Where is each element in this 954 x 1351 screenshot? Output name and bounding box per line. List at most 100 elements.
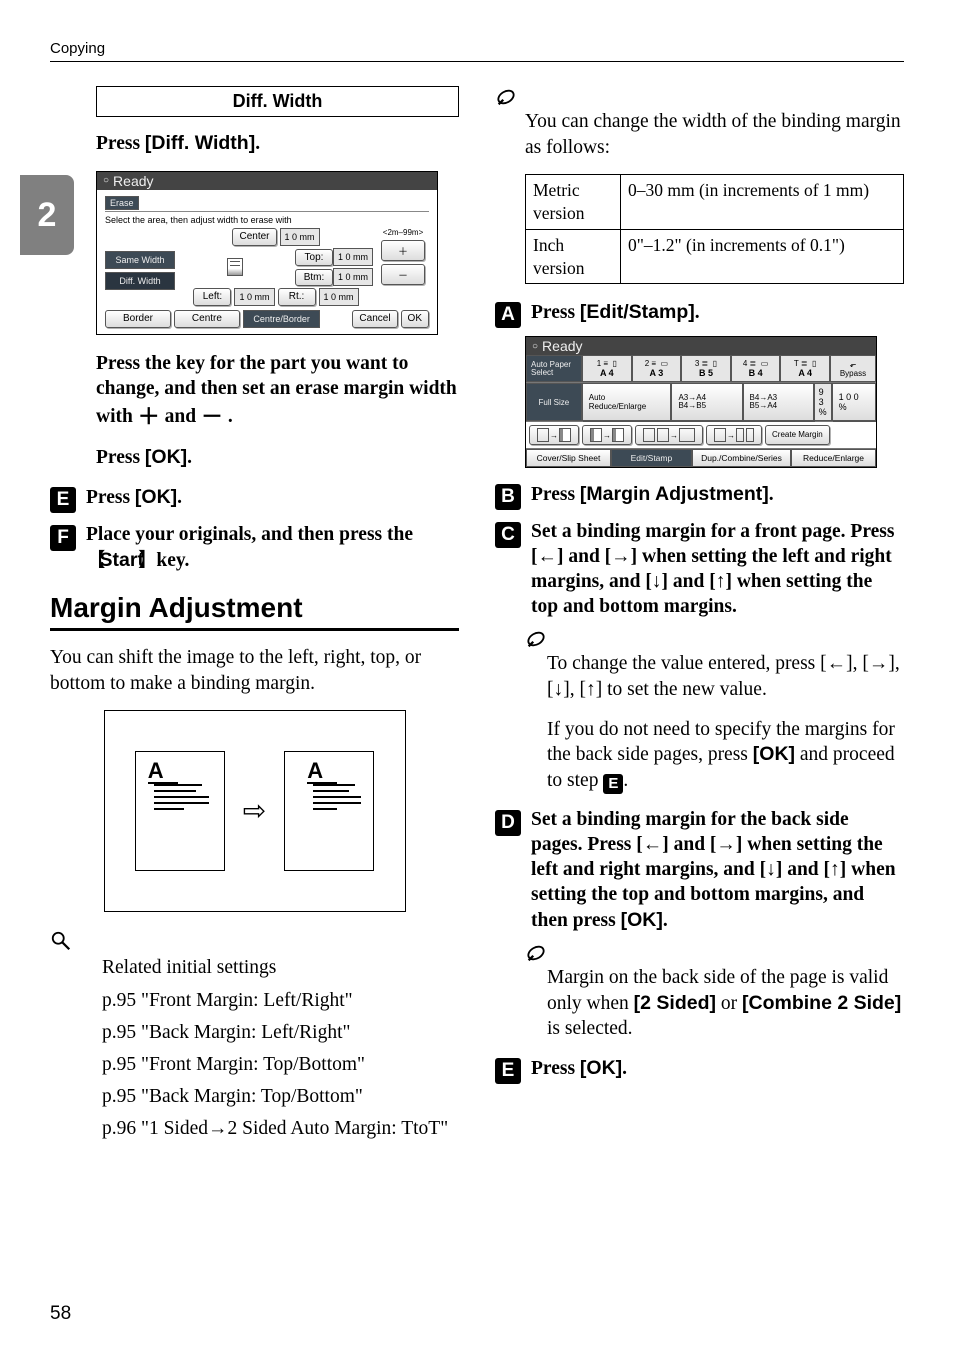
step-2: B Press [Margin Adjustment].	[495, 482, 904, 510]
ok-label: [OK]	[580, 1057, 622, 1079]
press-diff-width: Press [Diff. Width].	[96, 131, 459, 157]
step-1: A Press [Edit/Stamp].	[495, 300, 904, 328]
step-4: D Set a binding margin for the back side…	[495, 808, 904, 934]
margin-adjustment-heading: Margin Adjustment	[50, 592, 459, 631]
page-icon	[590, 428, 602, 442]
header-rule	[50, 61, 904, 62]
step-1-icon: A	[495, 302, 521, 328]
full-size-button: Full Size	[526, 383, 582, 421]
ok-label: [OK]	[753, 743, 795, 765]
top-button: Top:	[295, 249, 333, 266]
step-6-icon: F	[50, 525, 76, 551]
note-1: You can change the width of the binding …	[495, 109, 904, 160]
ok-button: OK	[401, 310, 429, 328]
margin-figure: A ⇨ A	[104, 710, 406, 912]
two-sided-label: [2 Sided]	[634, 992, 716, 1014]
left-column: Diff. Width Press [Diff. Width]. Ready E…	[50, 86, 459, 1147]
reduce-enlarge-button: Reduce/Enlarge	[791, 449, 876, 467]
diff-width-heading: Diff. Width	[96, 86, 459, 117]
ok-label: [OK]	[621, 909, 663, 931]
right-value: 1 0 mm	[319, 288, 359, 306]
minus-icon: －	[381, 264, 425, 285]
create-margin-button: Create Margin	[765, 425, 830, 445]
chapter-number: 2	[38, 196, 57, 235]
step-5: E Press [OK].	[50, 485, 459, 513]
cover-slip-button: Cover/Slip Sheet	[526, 449, 611, 467]
note-2a: To change the value entered, press [←], …	[547, 651, 904, 702]
margin-adjustment-label: [Margin Adjustment]	[580, 483, 769, 505]
table-cell: 0–30 mm (in increments of 1 mm)	[621, 175, 904, 230]
ref-item: p.95 "Back Margin: Top/Bottom"	[102, 1082, 459, 1112]
page-icon	[746, 428, 754, 442]
centre-border-button: Centre/Border	[243, 310, 321, 328]
combine-2-side-label: [Combine 2 Side]	[742, 992, 901, 1014]
page-icon	[537, 428, 549, 442]
dup-combine-button: Dup./Combine/Series	[692, 449, 791, 467]
note-icon	[525, 628, 547, 650]
page-icon	[227, 258, 243, 276]
top-value: 1 0 mm	[333, 248, 373, 266]
left-button: Left:	[193, 288, 231, 306]
center-value: 1 0 mm	[280, 228, 320, 246]
btm-button: Btm:	[295, 269, 333, 286]
page-icon	[657, 428, 669, 442]
step-3-icon: C	[495, 522, 521, 548]
ref-intro: Related initial settings	[102, 953, 459, 983]
step-5-right: E Press [OK].	[495, 1056, 904, 1084]
page-icon	[612, 428, 624, 442]
erase-tab: Erase	[105, 196, 139, 210]
note-2b: If you do not need to specify the margin…	[547, 717, 904, 794]
press-ok-1: Press [OK].	[96, 445, 459, 471]
right-column: You can change the width of the binding …	[495, 86, 904, 1147]
plus-icon: ＋	[381, 240, 425, 261]
shot2-ready-title: Ready	[526, 337, 876, 355]
page-icon	[559, 428, 571, 442]
plus-icon: ＋	[138, 404, 160, 429]
two-column-layout: Diff. Width Press [Diff. Width]. Ready E…	[50, 86, 904, 1147]
erase-dialog-screenshot: Ready Erase Select the area, then adjust…	[96, 171, 438, 335]
table-cell: 0"–1.2" (in increments of 0.1")	[621, 229, 904, 284]
ref-item: p.95 "Back Margin: Left/Right"	[102, 1018, 459, 1048]
margin-range-table: Metric version0–30 mm (in increments of …	[525, 174, 904, 284]
border-button: Border	[105, 310, 171, 328]
page-icon	[643, 428, 655, 442]
step-3: C Set a binding margin for a front page.…	[495, 520, 904, 620]
page-icon	[679, 428, 695, 442]
ok-label: [OK]	[135, 486, 177, 508]
ref-item: p.95 "Front Margin: Left/Right"	[102, 986, 459, 1016]
auto-paper-button: Auto Paper Select	[526, 355, 582, 382]
edit-stamp-screenshot: Ready Auto Paper Select 1 ≡ ▯A 4 2 ≡ ▭A …	[525, 336, 877, 468]
minus-icon: －	[201, 404, 223, 429]
cancel-button: Cancel	[352, 310, 397, 328]
table-cell: Inch version	[526, 229, 621, 284]
auto-reduce-button: Auto Reduce/Enlarge	[582, 383, 672, 421]
diff-width-button-shot: Diff. Width	[105, 272, 175, 290]
step-5-icon: E	[50, 487, 76, 513]
page: Copying 2 Diff. Width Press [Diff. Width…	[0, 0, 954, 1351]
center-button: Center	[232, 228, 276, 246]
step-6: F Place your originals, and then press t…	[50, 523, 459, 574]
page-icon	[714, 428, 726, 442]
btm-value: 1 0 mm	[333, 268, 373, 286]
shot-subtitle: Select the area, then adjust width to er…	[105, 215, 429, 225]
note-icon	[525, 942, 547, 964]
right-button: Rt.:	[278, 288, 316, 306]
page-icon	[736, 428, 744, 442]
edit-stamp-button: Edit/Stamp	[611, 449, 692, 467]
reference-icon	[50, 930, 72, 952]
centre-button: Centre	[174, 310, 240, 328]
diff-width-button: [Diff. Width]	[145, 132, 255, 154]
chapter-tab: 2	[20, 175, 74, 255]
range-label: <2m–99m>	[383, 228, 423, 237]
margin-intro: You can shift the image to the left, rig…	[50, 645, 459, 696]
hundred-button: 1 0 0 %	[832, 383, 876, 421]
figure-page-before: A	[135, 751, 225, 871]
step-3-text: Set a binding margin for a front page. P…	[531, 520, 904, 620]
same-width-button: Same Width	[105, 251, 175, 269]
step-5-ref-icon: E	[603, 774, 623, 794]
start-key: Start	[86, 549, 151, 571]
ratio-button-2: B4→A3 B5→A4	[743, 383, 814, 421]
note-3-text: Margin on the back side of the page is v…	[547, 965, 904, 1042]
arrow-icon: ⇨	[243, 794, 266, 828]
step-5-icon: E	[495, 1058, 521, 1084]
